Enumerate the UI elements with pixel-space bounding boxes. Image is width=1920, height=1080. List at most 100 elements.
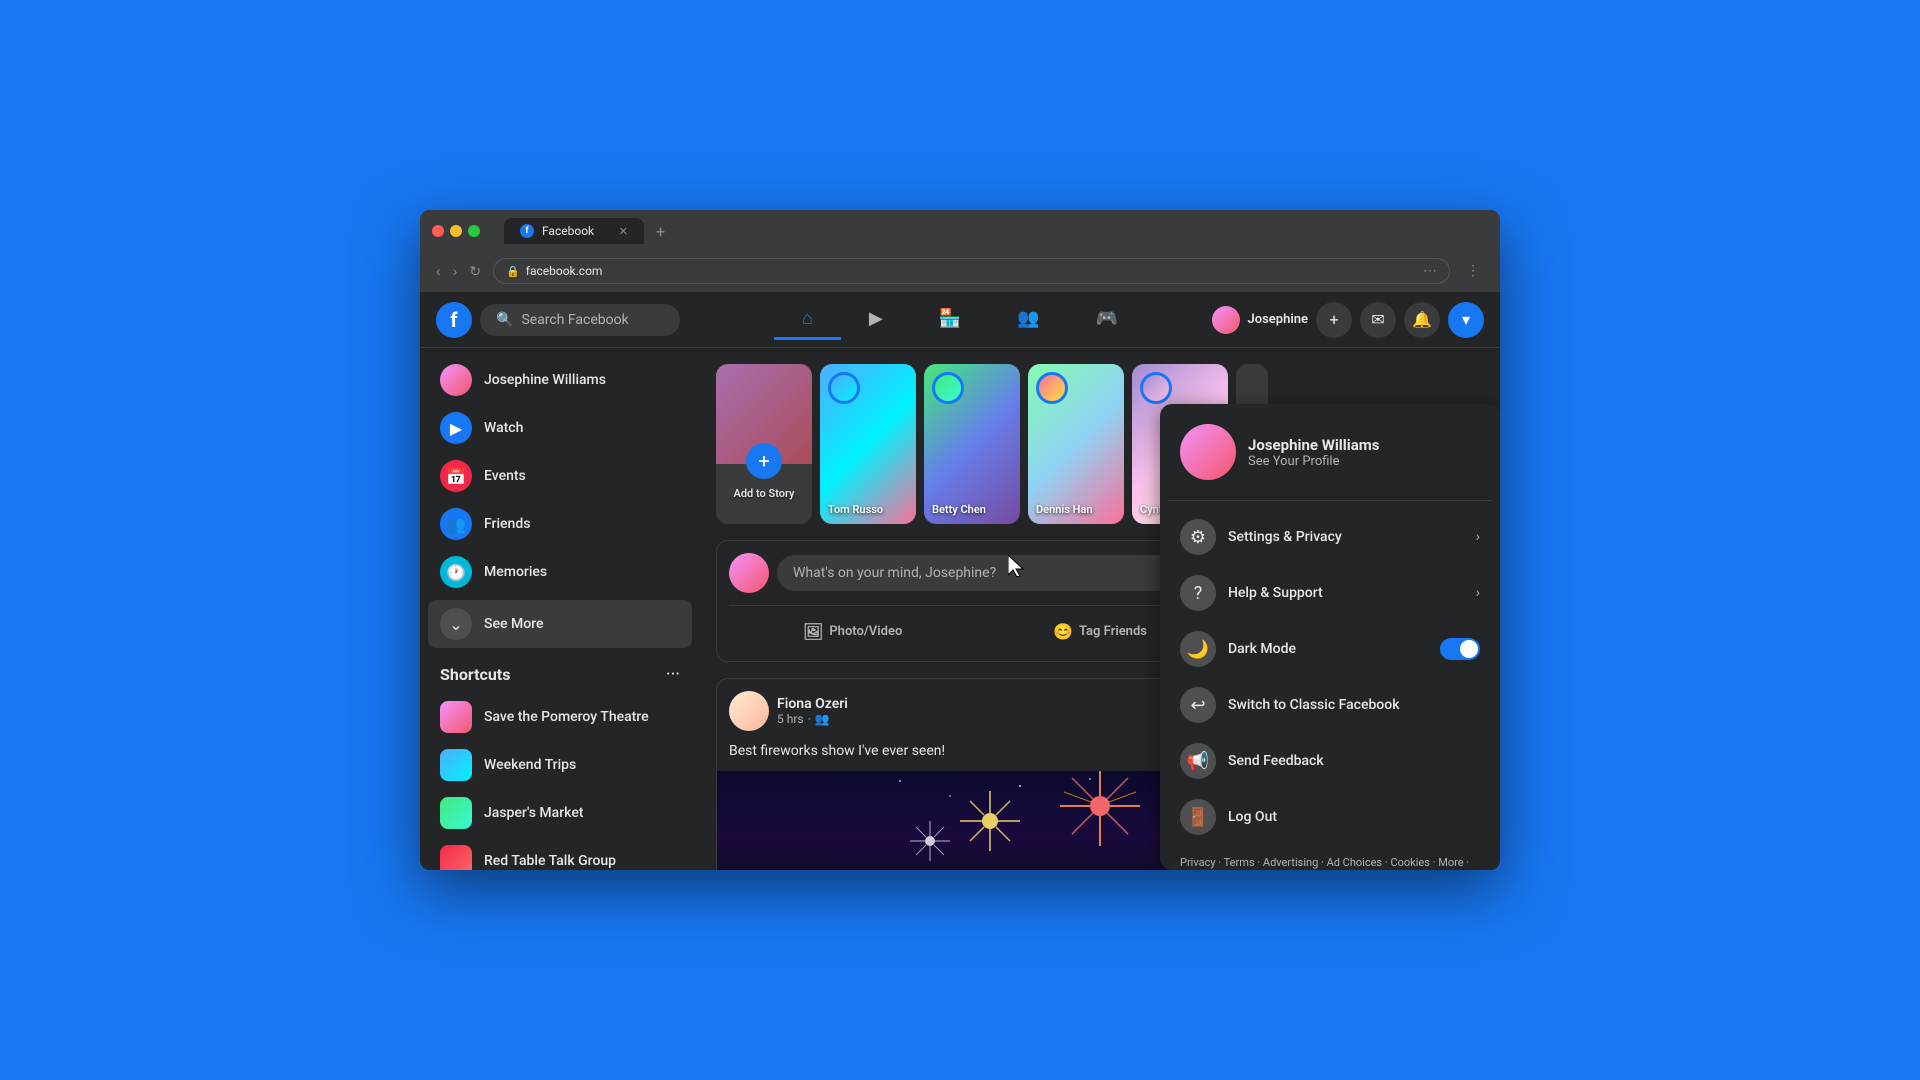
story-cynthia-avatar — [1140, 372, 1172, 404]
nav-marketplace-icon[interactable]: 🏪 — [911, 300, 989, 340]
add-story-card[interactable]: + Add to Story — [716, 364, 812, 524]
footer-links: Privacy · Terms · Advertising · Ad Choic… — [1168, 845, 1492, 870]
logout-icon: 🚪 — [1180, 799, 1216, 835]
facebook-logo[interactable]: f — [436, 302, 472, 338]
nav-groups-icon[interactable]: 👥 — [989, 300, 1067, 340]
story-tom-label: Tom Russo — [828, 503, 908, 516]
search-icon: 🔍 — [496, 312, 513, 328]
menu-feedback-item[interactable]: 📢 Send Feedback — [1168, 733, 1492, 789]
story-dennis-avatar — [1036, 372, 1068, 404]
menu-darkmode-item[interactable]: 🌙 Dark Mode — [1168, 621, 1492, 677]
shortcut-weekend[interactable]: Weekend Trips — [428, 741, 692, 789]
profile-avatar — [440, 364, 472, 396]
minimize-button[interactable] — [450, 225, 462, 237]
nav-home-icon[interactable]: ⌂ — [774, 300, 841, 340]
tag-icon: 😊 — [1053, 622, 1073, 641]
browser-tab[interactable]: f Facebook ✕ — [504, 218, 644, 244]
memories-icon: 🕐 — [440, 556, 472, 588]
sidebar-profile-name: Josephine Williams — [484, 372, 606, 388]
feedback-icon: 📢 — [1180, 743, 1216, 779]
user-name-nav: Josephine — [1248, 312, 1308, 327]
see-more-label: See More — [484, 616, 543, 632]
help-icon: ? — [1180, 575, 1216, 611]
menu-settings-item[interactable]: ⚙ Settings & Privacy › — [1168, 509, 1492, 565]
add-button[interactable]: + — [1316, 302, 1352, 338]
tag-friends-label: Tag Friends — [1079, 624, 1147, 639]
ssl-lock-icon: 🔒 — [506, 265, 520, 278]
logout-label: Log Out — [1228, 809, 1480, 825]
sidebar-item-friends[interactable]: 👥 Friends — [428, 500, 692, 548]
menu-help-item[interactable]: ? Help & Support › — [1168, 565, 1492, 621]
see-more-icon: ⌄ — [440, 608, 472, 640]
address-bar-more-icon: ⋯ — [1423, 263, 1437, 279]
photo-icon: 🖼 — [803, 622, 823, 641]
sidebar-see-more-button[interactable]: ⌄ See More — [428, 600, 692, 648]
sidebar-item-profile[interactable]: Josephine Williams — [428, 356, 692, 404]
browser-settings-icon[interactable]: ⋮ — [1458, 263, 1488, 279]
post-user-avatar — [729, 553, 769, 593]
shortcut-redtable-thumb — [440, 845, 472, 870]
forward-button[interactable]: › — [449, 259, 462, 284]
add-story-label: Add to Story — [734, 487, 795, 500]
search-placeholder: Search Facebook — [521, 312, 628, 328]
watch-icon: ▶ — [440, 412, 472, 444]
close-button[interactable] — [432, 225, 444, 237]
darkmode-toggle[interactable] — [1440, 638, 1480, 660]
refresh-button[interactable]: ↻ — [465, 259, 485, 284]
shortcut-pomeroy[interactable]: Save the Pomeroy Theatre — [428, 693, 692, 741]
dropdown-menu-button[interactable]: ▾ — [1448, 302, 1484, 338]
feedback-label: Send Feedback — [1228, 753, 1480, 769]
post-separator: · — [808, 712, 811, 726]
tab-favicon: f — [520, 224, 534, 238]
settings-label: Settings & Privacy — [1228, 529, 1464, 545]
add-story-plus-icon: + — [746, 443, 782, 479]
darkmode-label: Dark Mode — [1228, 641, 1428, 657]
menu-classic-item[interactable]: ↩ Switch to Classic Facebook — [1168, 677, 1492, 733]
account-dropdown-menu: Josephine Williams See Your Profile ⚙ Se… — [1160, 404, 1500, 870]
new-tab-button[interactable]: + — [648, 222, 673, 241]
story-tom[interactable]: Tom Russo — [820, 364, 916, 524]
shortcut-redtable[interactable]: Red Table Talk Group — [428, 837, 692, 870]
search-bar[interactable]: 🔍 Search Facebook — [480, 304, 680, 336]
events-icon: 📅 — [440, 460, 472, 492]
settings-icon: ⚙ — [1180, 519, 1216, 555]
nav-right: Josephine + ✉ 🔔 ▾ — [1212, 302, 1484, 338]
shortcut-jaspers-thumb — [440, 797, 472, 829]
footer-text: Privacy · Terms · Advertising · Ad Choic… — [1180, 856, 1469, 870]
nav-watch-icon[interactable]: ▶ — [841, 300, 911, 340]
menu-profile-item[interactable]: Josephine Williams See Your Profile — [1168, 412, 1492, 492]
sidebar-events-label: Events — [484, 468, 526, 484]
shortcut-pomeroy-thumb — [440, 701, 472, 733]
sidebar-item-events[interactable]: 📅 Events — [428, 452, 692, 500]
sidebar-item-watch[interactable]: ▶ Watch — [428, 404, 692, 452]
user-chip[interactable]: Josephine — [1212, 306, 1308, 334]
photo-video-label: Photo/Video — [829, 624, 902, 639]
story-betty[interactable]: Betty Chen — [924, 364, 1020, 524]
browser-chrome: f Facebook ✕ + ‹ › ↻ 🔒 facebook.com ⋯ ⋮ — [420, 210, 1500, 292]
main-content: Josephine Williams ▶ Watch 📅 Events 👥 Fr… — [420, 348, 1500, 870]
sidebar-item-memories[interactable]: 🕐 Memories — [428, 548, 692, 596]
help-label: Help & Support — [1228, 585, 1464, 601]
story-tom-avatar — [828, 372, 860, 404]
story-dennis[interactable]: Dennis Han — [1028, 364, 1124, 524]
toggle-knob — [1460, 640, 1478, 658]
tab-title: Facebook — [542, 224, 594, 238]
maximize-button[interactable] — [468, 225, 480, 237]
tab-close-button[interactable]: ✕ — [619, 225, 628, 238]
messenger-button[interactable]: ✉ — [1360, 302, 1396, 338]
post-time: 5 hrs — [777, 712, 804, 726]
address-bar[interactable]: 🔒 facebook.com ⋯ — [493, 258, 1450, 284]
nav-gaming-icon[interactable]: 🎮 — [1068, 300, 1146, 340]
back-button[interactable]: ‹ — [432, 259, 445, 284]
shortcut-jaspers-label: Jasper's Market — [484, 805, 583, 821]
shortcut-weekend-thumb — [440, 749, 472, 781]
post-privacy-icon: 👥 — [815, 712, 830, 726]
menu-logout-item[interactable]: 🚪 Log Out — [1168, 789, 1492, 845]
post-author-avatar — [729, 691, 769, 731]
shortcuts-more-button[interactable]: ··· — [666, 664, 680, 685]
shortcut-jaspers[interactable]: Jasper's Market — [428, 789, 692, 837]
photo-video-button[interactable]: 🖼 Photo/Video — [729, 614, 976, 649]
notifications-button[interactable]: 🔔 — [1404, 302, 1440, 338]
facebook-app: f 🔍 Search Facebook ⌂ ▶ 🏪 👥 🎮 Josephine … — [420, 292, 1500, 870]
sidebar-memories-label: Memories — [484, 564, 547, 580]
